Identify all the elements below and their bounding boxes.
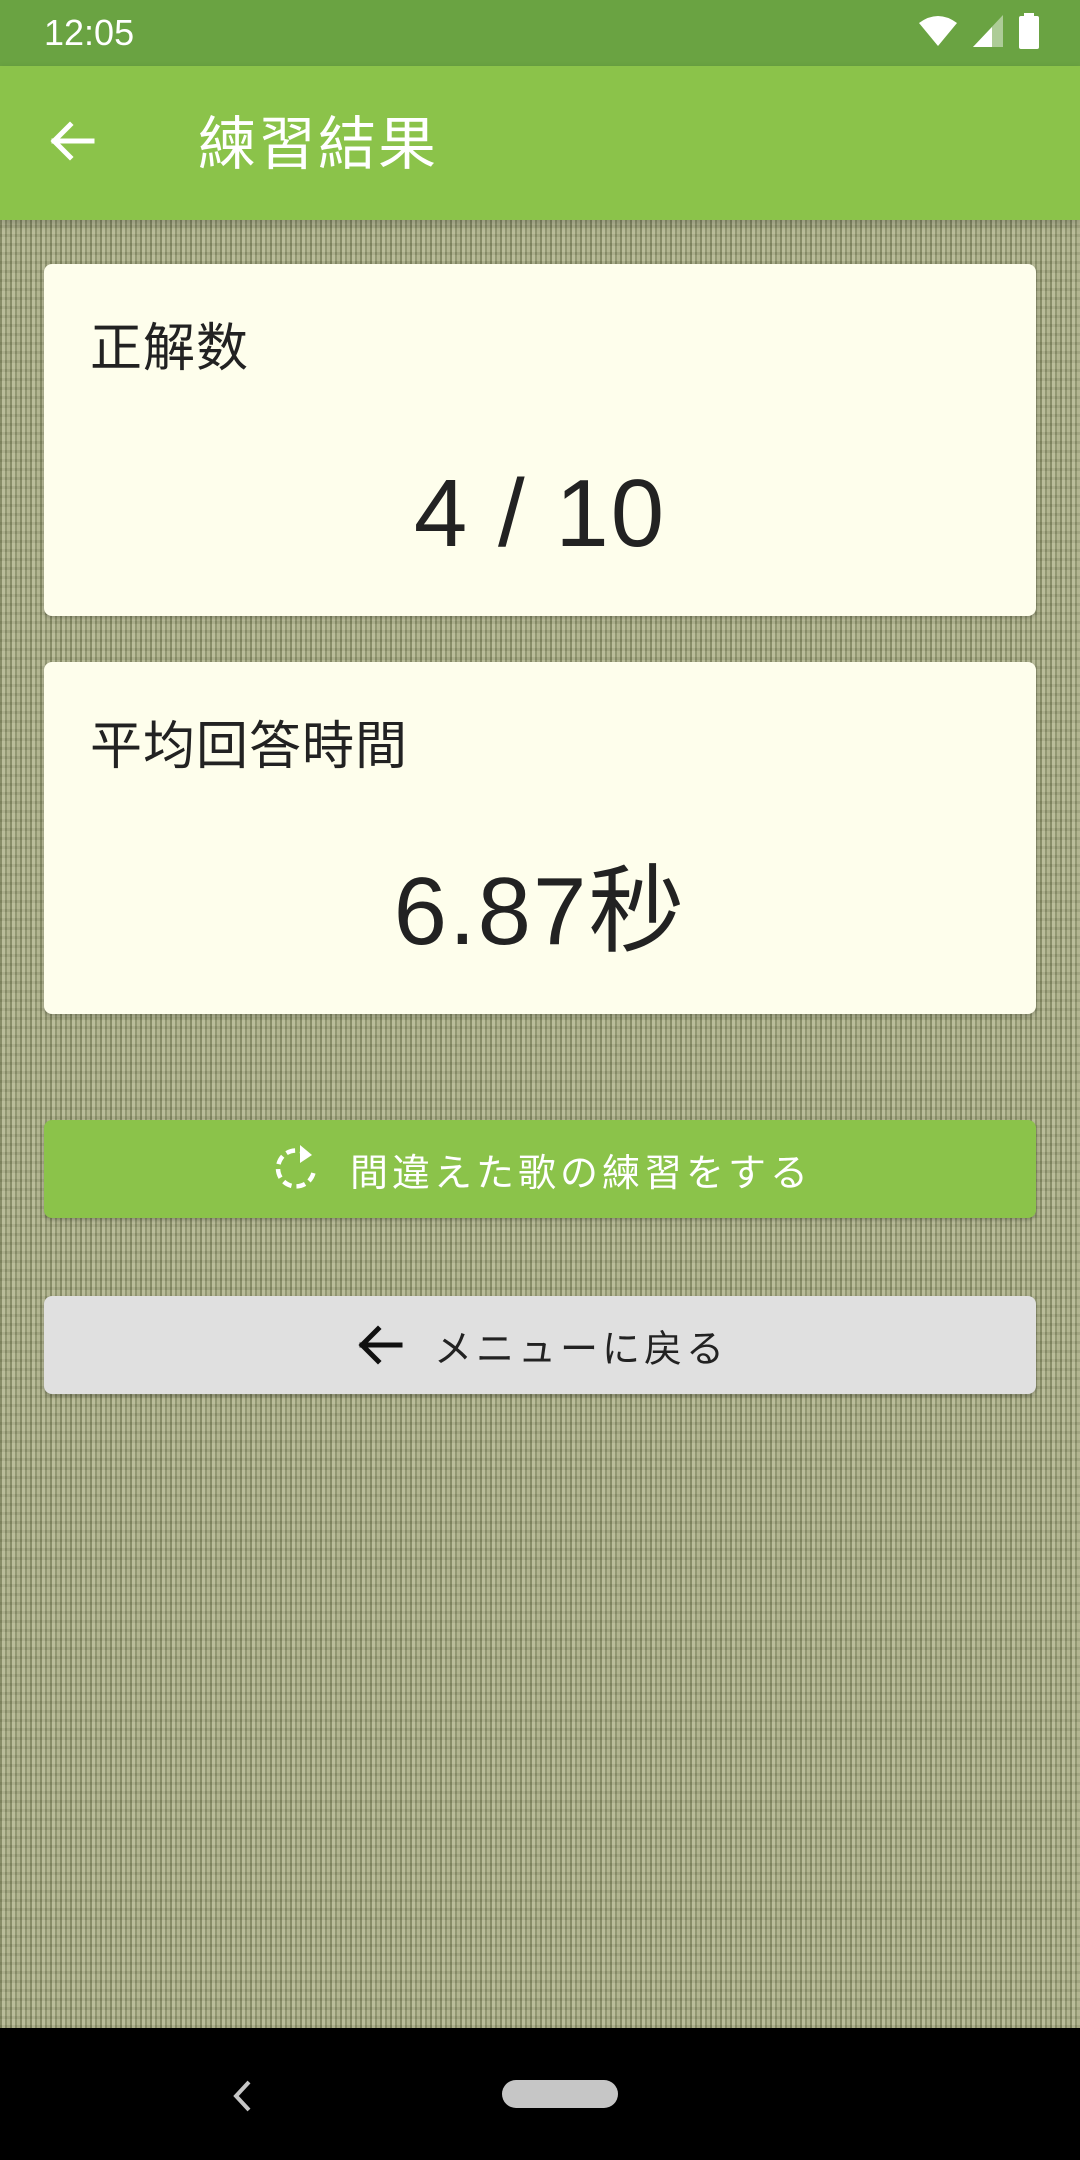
- correct-count-value: 4 / 10: [413, 460, 667, 567]
- back-to-menu-button[interactable]: メニューに戻る: [44, 1296, 1036, 1394]
- back-button[interactable]: [36, 107, 108, 179]
- status-icons: [918, 13, 1040, 53]
- system-nav-bar: [0, 2028, 1080, 2160]
- page-title: 練習結果: [198, 110, 439, 178]
- signal-icon: [972, 14, 1004, 52]
- battery-icon: [1018, 13, 1040, 53]
- status-bar: 12:05: [0, 0, 1080, 66]
- average-time-card: 平均回答時間 6.87秒: [44, 662, 1036, 1014]
- content-area: 正解数 4 / 10 平均回答時間 6.87秒 間違えた歌の練習をする メニュー: [0, 220, 1080, 2028]
- nav-home-pill[interactable]: [502, 2080, 618, 2108]
- correct-count-card: 正解数 4 / 10: [44, 264, 1036, 616]
- status-time: 12:05: [44, 12, 135, 53]
- back-to-menu-label: メニューに戻る: [433, 1326, 728, 1371]
- average-time-value: 6.87秒: [393, 858, 687, 965]
- average-time-label: 平均回答時間: [90, 717, 409, 777]
- nav-back-button[interactable]: [212, 2068, 272, 2128]
- chevron-left-icon: [227, 2079, 257, 2117]
- wifi-icon: [918, 15, 958, 51]
- retry-mistakes-label: 間違えた歌の練習をする: [349, 1150, 812, 1195]
- arrow-left-icon: [48, 117, 96, 169]
- correct-count-label: 正解数: [90, 319, 250, 379]
- app-bar: 練習結果: [0, 66, 1080, 220]
- refresh-icon: [268, 1141, 324, 1197]
- retry-mistakes-button[interactable]: 間違えた歌の練習をする: [44, 1120, 1036, 1218]
- arrow-left-icon: [352, 1317, 408, 1373]
- screen: 12:05 練習結果 正解数 4 / 10 平均回答時間 6.87秒 間違えた歌…: [0, 0, 1080, 2160]
